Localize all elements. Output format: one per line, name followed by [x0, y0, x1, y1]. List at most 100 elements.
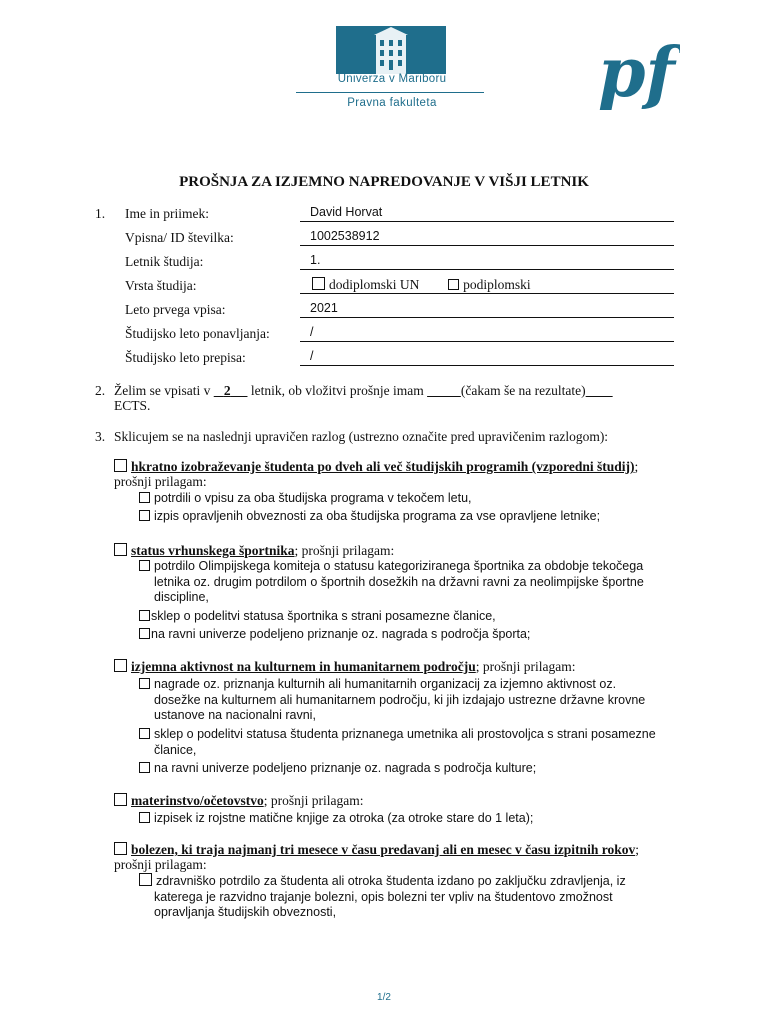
reason-illness: bolezen, ki traja najmanj tri mesece v č…	[114, 842, 639, 858]
checkbox-attachment[interactable]	[139, 762, 150, 773]
year-blank[interactable]: 2	[214, 383, 248, 398]
checkbox-attachment[interactable]	[139, 812, 150, 823]
attachment-text: sklep o podelitvi statusa študenta prizn…	[154, 727, 656, 741]
attachment-item: sklep o podelitvi statusa športnika s st…	[139, 609, 496, 623]
field-value-first-enrol[interactable]: 2021	[310, 301, 338, 315]
attachment-text-cont: opravljanja študijskih obveznosti,	[154, 905, 337, 919]
reason-attach: prošnji prilagam:	[114, 857, 207, 872]
field-line-name	[300, 221, 674, 222]
attachment-item: izpisek iz rojstne matične knjige za otr…	[139, 811, 533, 825]
field-value-repeat[interactable]: /	[310, 325, 313, 339]
section2-mid: letnik, ob vložitvi prošnje imam	[250, 383, 424, 398]
attachment-item: izpis opravljenih obveznosti za oba štud…	[139, 509, 600, 523]
field-label-transfer: Študijsko leto prepisa:	[125, 350, 246, 365]
checkbox-reason-concurrent[interactable]	[114, 459, 127, 472]
pf-logo: pf	[596, 33, 685, 113]
checkbox-attachment[interactable]	[139, 510, 150, 521]
reason-elite-athlete: status vrhunskega športnika; prošnji pri…	[114, 543, 394, 559]
field-value-year[interactable]: 1.	[310, 253, 320, 267]
field-value-id[interactable]: 1002538912	[310, 229, 380, 243]
field-label-id: Vpisna/ ID številka:	[125, 230, 234, 245]
checkbox-attachment[interactable]	[139, 678, 150, 689]
section2-text: Želim se vpisati v 2 letnik, ob vložitvi…	[114, 383, 613, 399]
pf-logo-mark: pf	[598, 34, 680, 110]
ects-blank-2[interactable]	[586, 383, 613, 398]
attachment-text: izpis opravljenih obveznosti za oba štud…	[154, 509, 601, 523]
reason-attach: prošnji prilagam:	[114, 474, 207, 489]
attachment-text: na ravni univerze podeljeno priznanje oz…	[151, 627, 531, 641]
checkbox-attachment[interactable]	[139, 492, 150, 503]
reason-suffix: ; prošnji prilagam:	[475, 659, 576, 674]
attachment-text-cont: ustanove na nacionalni ravni,	[154, 708, 316, 722]
attachment-item: sklep o podelitvi statusa študenta prizn…	[139, 727, 699, 758]
attachment-text: izpisek iz rojstne matične knjige za otr…	[154, 811, 534, 825]
checkbox-attachment[interactable]	[139, 610, 150, 621]
attachment-text: zdravniško potrdilo za študenta ali otro…	[156, 874, 626, 888]
building-icon	[336, 26, 446, 74]
checkbox-reason-illness[interactable]	[114, 842, 127, 855]
section3-number: 3.	[95, 429, 106, 444]
page-title: PROŠNJA ZA IZJEMNO NAPREDOVANJE V VIŠJI …	[179, 174, 589, 190]
section2-post: (čakam še na rezultate)	[460, 383, 586, 398]
reason-title: bolezen, ki traja najmanj tri mesece v č…	[131, 842, 636, 857]
reason-title: izjemna aktivnost na kulturnem in humani…	[131, 659, 476, 674]
attachment-item: na ravni univerze podeljeno priznanje oz…	[139, 761, 536, 775]
reason-concurrent-study: hkratno izobraževanje študenta po dveh a…	[114, 459, 638, 475]
checkbox-reason-athlete[interactable]	[114, 543, 127, 556]
attachment-text-cont: letnika oz. drugim potrdilom o športnih …	[154, 574, 644, 589]
field-line-repeat	[300, 341, 674, 342]
checkbox-attachment[interactable]	[139, 628, 150, 639]
field-label-repeat: Študijsko leto ponavljanja:	[125, 326, 270, 341]
attachment-text-cont: discipline,	[154, 590, 209, 604]
checkbox-attachment[interactable]	[139, 728, 150, 739]
field-label-first-enrol: Leto prvega vpisa:	[125, 302, 226, 317]
reason-suffix: ; prošnji prilagam:	[263, 793, 364, 808]
section2-number: 2.	[95, 383, 106, 398]
field-label-year: Letnik študija:	[125, 254, 204, 269]
reason-suffix: ;	[635, 842, 639, 857]
attachment-text-cont: katerega je razvidno trajanje bolezni, o…	[154, 889, 613, 904]
field-label-study-type: Vrsta študija:	[125, 278, 197, 293]
checkbox-attachment[interactable]	[139, 873, 152, 886]
field-value-name[interactable]: David Horvat	[310, 205, 382, 219]
attachment-text: potrdili o vpisu za oba študijska progra…	[154, 491, 472, 505]
reason-suffix: ;	[634, 459, 639, 474]
attachment-text: na ravni univerze podeljeno priznanje oz…	[154, 761, 537, 775]
attachment-text: sklep o podelitvi statusa športnika s st…	[151, 609, 496, 623]
attachment-item: potrdili o vpisu za oba študijska progra…	[139, 491, 472, 505]
reason-title: status vrhunskega športnika	[131, 543, 295, 558]
attachment-text: potrdilo Olimpijskega komiteja o statusu…	[154, 559, 644, 573]
field-line-year	[300, 269, 674, 270]
faculty-name: Pravna fakulteta	[347, 97, 437, 109]
field-line-study-type	[300, 293, 674, 294]
logo-divider	[296, 92, 484, 93]
option-postgraduate: podiplomski	[463, 277, 531, 292]
section2-pre: Želim se vpisati v	[114, 383, 211, 398]
year-value: 2	[223, 383, 231, 398]
reason-parenthood: materinstvo/očetovstvo; prošnji prilagam…	[114, 793, 363, 809]
attachment-item: potrdilo Olimpijskega komiteja o statusu…	[139, 559, 699, 606]
ects-blank[interactable]	[427, 383, 461, 398]
university-logo	[336, 26, 446, 74]
section3-intro: Sklicujem se na naslednji upravičen razl…	[114, 429, 609, 444]
university-name: Univerza v Mariboru	[337, 73, 447, 85]
section2-ects: ECTS.	[114, 398, 151, 413]
checkbox-attachment[interactable]	[139, 560, 150, 571]
field-label-name: Ime in priimek:	[125, 206, 209, 221]
field-line-transfer	[300, 365, 674, 366]
checkbox-postgraduate[interactable]	[448, 279, 460, 290]
attachment-text-cont: dosežke na kulturnem ali humanitarnem po…	[154, 692, 646, 707]
reason-suffix: ; prošnji prilagam:	[294, 543, 395, 558]
attachment-text-cont: članice,	[154, 742, 197, 757]
reason-title: materinstvo/očetovstvo	[131, 793, 264, 808]
attachment-item: zdravniško potrdilo za študenta ali otro…	[139, 873, 699, 921]
option-undergraduate: dodiplomski UN	[329, 277, 420, 292]
section1-number: 1.	[95, 206, 106, 221]
field-value-transfer[interactable]: /	[310, 349, 313, 363]
checkbox-reason-cultural[interactable]	[114, 659, 127, 672]
checkbox-reason-parenthood[interactable]	[114, 793, 127, 806]
page-number: 1/2	[377, 992, 391, 1003]
reason-cultural-activity: izjemna aktivnost na kulturnem in humani…	[114, 659, 576, 675]
field-line-id	[300, 245, 674, 246]
checkbox-undergraduate[interactable]	[312, 277, 325, 290]
